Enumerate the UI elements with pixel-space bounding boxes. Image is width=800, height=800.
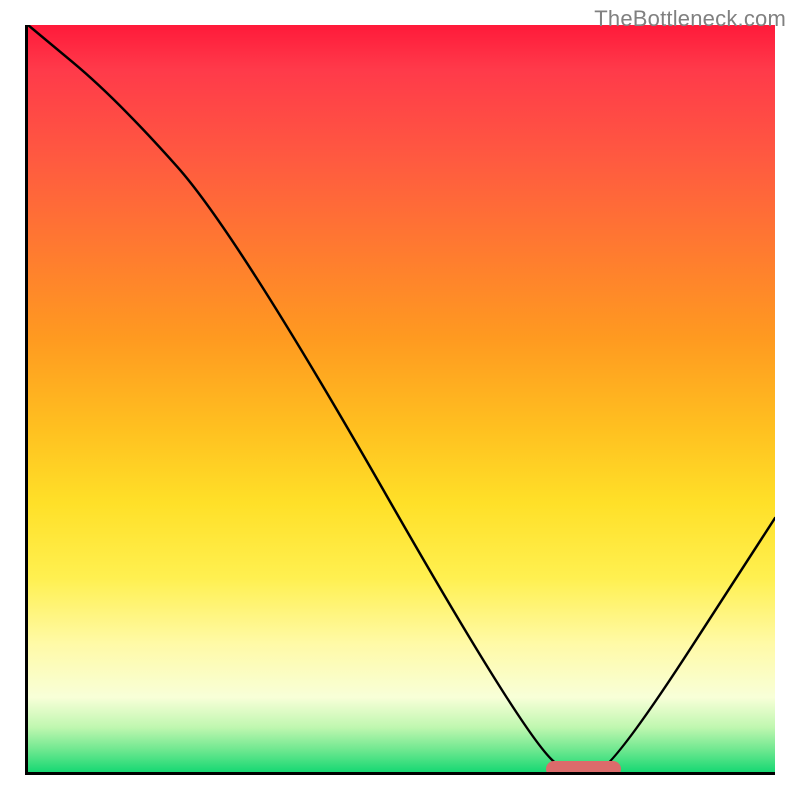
plot-area bbox=[25, 25, 775, 775]
watermark-text: TheBottleneck.com bbox=[594, 6, 786, 32]
chart-container: TheBottleneck.com bbox=[0, 0, 800, 800]
bottleneck-curve bbox=[28, 25, 775, 772]
optimum-marker bbox=[546, 761, 621, 775]
